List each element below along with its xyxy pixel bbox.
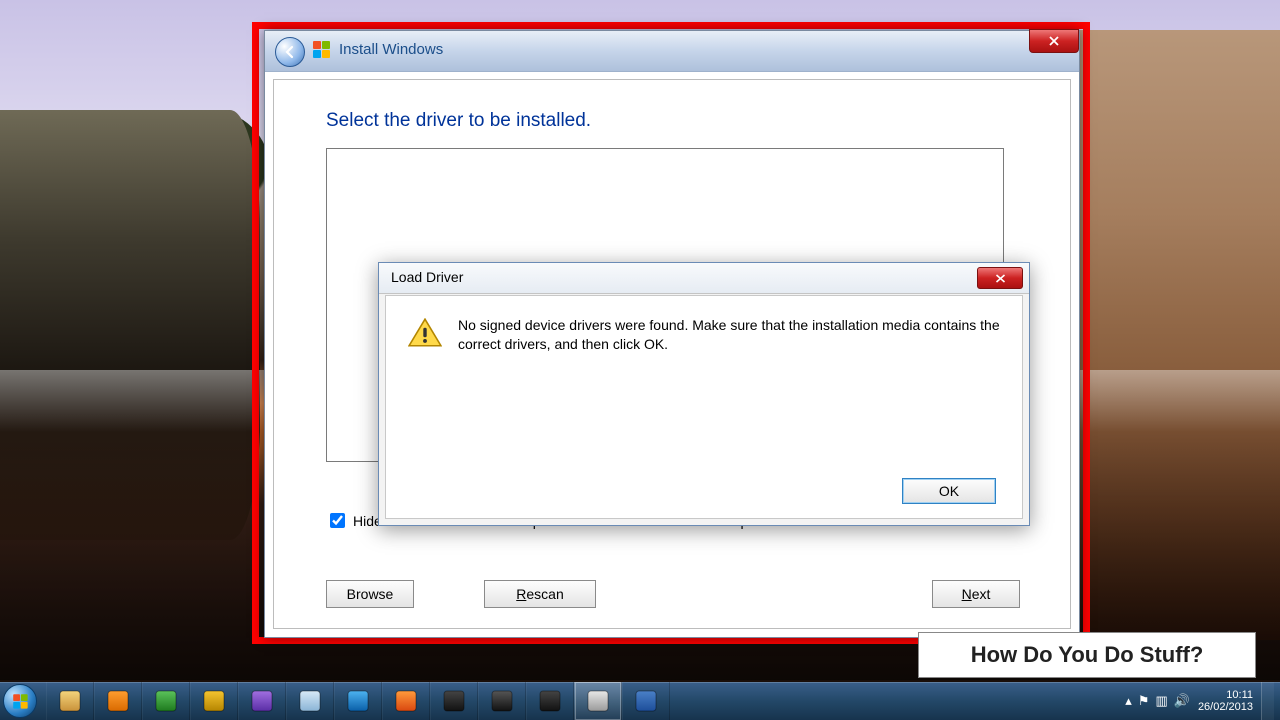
notepad-icon (297, 688, 323, 714)
media-player-icon (105, 688, 131, 714)
taskbar-item-word[interactable] (622, 682, 670, 720)
sublime-icon (441, 688, 467, 714)
dialog-body: No signed device drivers were found. Mak… (385, 295, 1023, 519)
rescan-button[interactable]: Rescan (484, 580, 596, 608)
vm-tool-icon (201, 688, 227, 714)
load-driver-dialog: Load Driver No signed device drivers wer… (378, 262, 1030, 526)
paint-icon (585, 688, 611, 714)
watermark-box: How Do You Do Stuff? (918, 632, 1256, 678)
taskbar-item-firefox[interactable] (382, 682, 430, 720)
taskbar-item-task-manager[interactable] (142, 682, 190, 720)
volume-icon[interactable]: 🔊 (1174, 693, 1190, 709)
task-manager-icon (153, 688, 179, 714)
tray-icons[interactable]: ▴ ⚑ ▥ 🔊 (1125, 693, 1190, 709)
taskbar-item-vm-tool[interactable] (190, 682, 238, 720)
next-button[interactable]: Next (932, 580, 1020, 608)
back-button[interactable] (275, 37, 305, 67)
show-desktop-button[interactable] (1261, 682, 1274, 720)
close-button[interactable] (1029, 29, 1079, 53)
visual-studio-icon (249, 688, 275, 714)
taskbar-item-media-player[interactable] (94, 682, 142, 720)
taskbar-item-notepad[interactable] (286, 682, 334, 720)
dialog-title: Load Driver (391, 269, 463, 285)
taskbar-item-sublime[interactable] (430, 682, 478, 720)
window-title: Install Windows (339, 41, 443, 58)
dialog-titlebar[interactable]: Load Driver (379, 263, 1029, 294)
word-icon (633, 688, 659, 714)
start-button[interactable] (0, 682, 40, 720)
taskbar-item-command-prompt[interactable] (478, 682, 526, 720)
date-text: 26/02/2013 (1198, 701, 1253, 713)
clock[interactable]: 10:11 26/02/2013 (1198, 689, 1253, 713)
network-icon[interactable]: ▥ (1155, 693, 1167, 709)
internet-explorer-icon (345, 688, 371, 714)
taskbar[interactable]: ▴ ⚑ ▥ 🔊 10:11 26/02/2013 (0, 682, 1280, 720)
taskbar-item-file-explorer[interactable] (46, 682, 94, 720)
arrow-left-icon (282, 44, 298, 60)
flag-icon[interactable]: ⚑ (1138, 693, 1150, 709)
warning-icon (408, 318, 442, 348)
hide-drivers-checkbox[interactable] (330, 513, 345, 528)
close-icon (1048, 36, 1060, 46)
page-heading: Select the driver to be installed. (326, 110, 591, 132)
command-prompt-icon (489, 688, 515, 714)
windows-flag-icon (313, 41, 331, 59)
chevron-up-icon[interactable]: ▴ (1125, 693, 1132, 709)
firefox-icon (393, 688, 419, 714)
ok-button[interactable]: OK (902, 478, 996, 504)
dialog-close-button[interactable] (977, 267, 1023, 289)
install-titlebar[interactable]: Install Windows (265, 31, 1079, 72)
file-explorer-icon (57, 688, 83, 714)
taskbar-item-internet-explorer[interactable] (334, 682, 382, 720)
taskbar-items (46, 682, 670, 720)
taskbar-item-editor2[interactable] (526, 682, 574, 720)
taskbar-item-paint[interactable] (574, 682, 622, 720)
close-icon (995, 274, 1006, 283)
taskbar-item-visual-studio[interactable] (238, 682, 286, 720)
browse-button[interactable]: Browse (326, 580, 414, 608)
system-tray[interactable]: ▴ ⚑ ▥ 🔊 10:11 26/02/2013 (1125, 682, 1280, 720)
editor2-icon (537, 688, 563, 714)
windows-flag-icon (13, 694, 27, 708)
time-text: 10:11 (1198, 689, 1253, 701)
dialog-message: No signed device drivers were found. Mak… (458, 316, 1000, 354)
